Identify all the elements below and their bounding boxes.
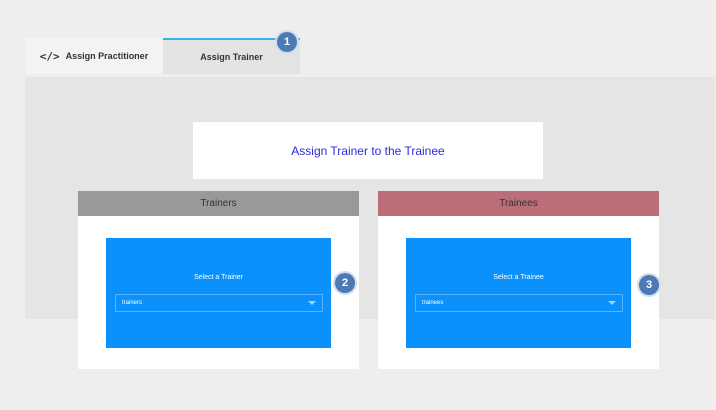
trainees-panel: Trainees Select a Trainee trainees — [378, 191, 659, 369]
trainees-panel-header: Trainees — [378, 191, 659, 216]
tab-strip: </> Assign Practitioner Assign Trainer — [25, 38, 300, 74]
annotation-badge-3: 3 — [639, 275, 659, 295]
trainer-select-value: trainers — [122, 300, 143, 306]
chevron-down-icon — [308, 301, 316, 305]
annotation-badge-2: 2 — [335, 273, 355, 293]
trainee-select-value: trainees — [422, 300, 444, 306]
annotation-badge-1: 1 — [277, 32, 297, 52]
title-card: Assign Trainer to the Trainee — [193, 122, 543, 179]
chevron-down-icon — [608, 301, 616, 305]
trainee-select-dropdown[interactable]: trainees — [415, 294, 623, 312]
trainer-select-card: Select a Trainer trainers — [106, 238, 331, 348]
trainees-header-label: Trainees — [499, 198, 538, 209]
trainers-panel-header: Trainers — [78, 191, 359, 216]
tab-assign-practitioner-label: Assign Practitioner — [65, 51, 149, 61]
trainers-panel: Trainers Select a Trainer trainers — [78, 191, 359, 369]
code-icon: </> — [39, 49, 60, 63]
tab-assign-practitioner[interactable]: </> Assign Practitioner — [25, 38, 163, 74]
trainee-select-label: Select a Trainee — [493, 274, 544, 281]
tab-assign-trainer-label: Assign Trainer — [200, 52, 263, 62]
page-title: Assign Trainer to the Trainee — [291, 143, 445, 158]
trainer-select-dropdown[interactable]: trainers — [115, 294, 323, 312]
trainers-header-label: Trainers — [200, 198, 237, 209]
trainee-select-card: Select a Trainee trainees — [406, 238, 631, 348]
trainer-select-label: Select a Trainer — [193, 274, 244, 281]
